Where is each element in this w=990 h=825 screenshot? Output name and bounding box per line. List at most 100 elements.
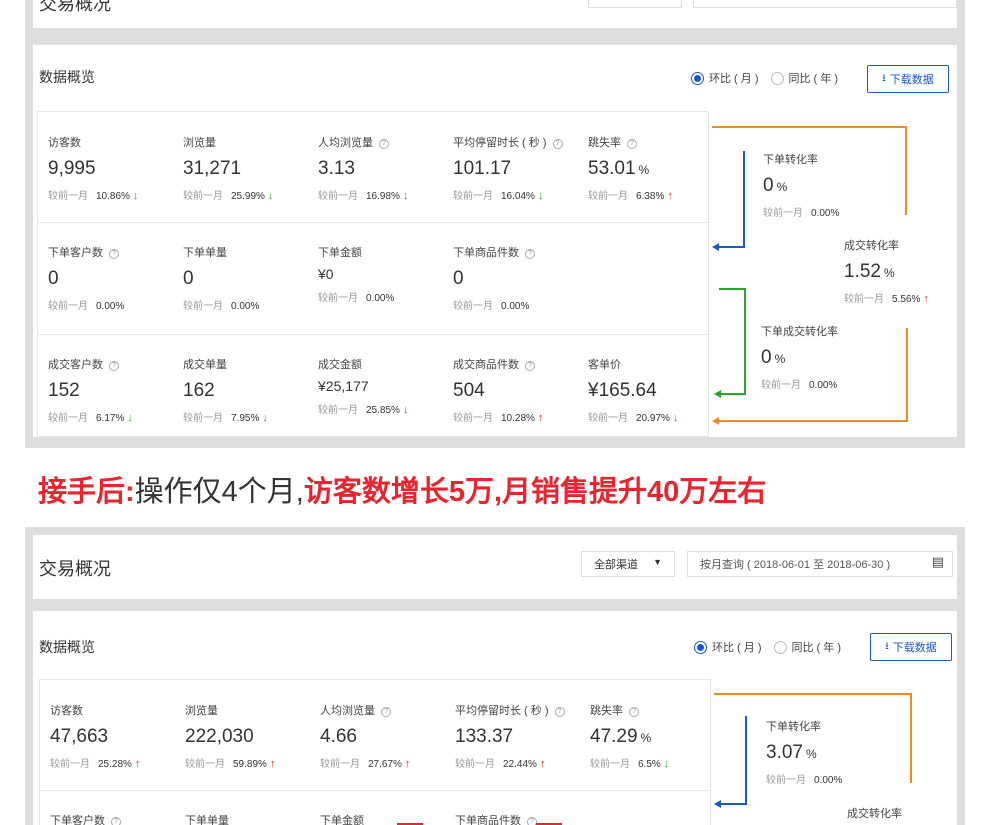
yoy-radio[interactable] xyxy=(773,640,787,654)
compare-prefix: 较前一月 xyxy=(590,759,630,770)
compare-percent: 6.5% xyxy=(638,759,661,770)
compare-prefix: 较前一月 xyxy=(761,380,801,391)
top-panel: 交易概况 数据概览 环比 ( 月 ) 同比 ( 年 ) ⭳ 下载数据 访客数 9,… xyxy=(25,0,965,448)
help-icon[interactable]: ? xyxy=(525,361,535,371)
metric-label: 平均停留时长 ( 秒 ) xyxy=(455,705,549,717)
help-icon[interactable]: ? xyxy=(525,249,535,259)
metric-value: 133.37 xyxy=(455,726,514,747)
arrow-up-icon: ↑ xyxy=(269,758,276,770)
metric-value: 162 xyxy=(183,380,215,401)
arrow-down-icon: ↓ xyxy=(132,190,139,202)
metric-card: 客单价 ¥165.64 较前一月 20.97% ↓ xyxy=(588,356,718,424)
arrow-up-icon: ↑ xyxy=(539,758,546,770)
metric-label: 成交单量 xyxy=(183,359,227,371)
compare-prefix: 较前一月 xyxy=(183,191,223,202)
compare-percent: 10.28% xyxy=(501,413,535,424)
data-overview-card: 数据概览 环比 ( 月 ) 同比 ( 年 ) ⭳ 下载数据 访客数 47,663 较… xyxy=(33,611,957,825)
help-icon[interactable]: ? xyxy=(627,139,637,149)
compare-percent: 20.97% xyxy=(636,413,670,424)
metric-value: 47,663 xyxy=(50,726,109,747)
metric-label: 人均浏览量 xyxy=(320,705,375,717)
compare-prefix: 较前一月 xyxy=(183,301,223,312)
arrow-down-icon: ↓ xyxy=(262,412,268,424)
metric-card: 下单客户数? 0 较前一月 0.00% xyxy=(48,244,178,312)
metric-card: 下单金额 xyxy=(320,812,450,825)
metric-label: 成交客户数 xyxy=(48,359,103,371)
metric-unit: % xyxy=(640,731,652,745)
chevron-down-icon: ▼ xyxy=(653,557,662,567)
compare-prefix: 较前一月 xyxy=(50,759,90,770)
channel-select[interactable] xyxy=(588,0,682,8)
download-button[interactable]: ⭳ 下载数据 xyxy=(870,633,952,661)
funnel-metric: 下单转化率 0% 较前一月 0.00% xyxy=(763,151,893,219)
metric-value: 3.13 xyxy=(318,158,355,179)
mom-label: 环比 ( 月 ) xyxy=(709,73,759,85)
yoy-radio[interactable] xyxy=(770,71,784,85)
metric-value: 3.07 xyxy=(766,742,803,763)
compare-percent: 0.00% xyxy=(231,301,260,312)
overview-title: 数据概览 xyxy=(39,639,95,655)
mom-radio[interactable] xyxy=(694,640,707,654)
compare-toggle: 环比 ( 月 ) 同比 ( 年 ) xyxy=(691,70,838,86)
metric-label: 下单转化率 xyxy=(763,154,818,166)
metric-label: 访客数 xyxy=(48,137,81,149)
metrics-grid: 访客数 9,995 较前一月 10.86% ↓ 浏览量 31,271 较前一月 25.99% ↓ 人… xyxy=(37,111,709,437)
arrow-up-icon: ↑ xyxy=(134,758,141,770)
metric-card: 成交单量 162 较前一月 7.95% ↓ xyxy=(183,356,313,424)
compare-percent: 7.95% xyxy=(231,413,260,424)
yoy-label: 同比 ( 年 ) xyxy=(788,73,839,85)
help-icon[interactable]: ? xyxy=(552,139,563,149)
metric-card: 下单单量 xyxy=(185,812,315,825)
metric-label: 下单金额 xyxy=(318,247,362,259)
help-icon[interactable]: ? xyxy=(109,249,119,259)
help-icon[interactable]: ? xyxy=(111,817,121,825)
metric-card: 下单单量 0 较前一月 0.00% xyxy=(183,244,313,312)
help-icon[interactable]: ? xyxy=(109,361,119,371)
compare-prefix: 较前一月 xyxy=(588,413,628,424)
metric-value: 9,995 xyxy=(48,158,96,179)
download-button[interactable]: ⭳ 下载数据 xyxy=(867,65,949,93)
mom-radio[interactable] xyxy=(691,71,704,85)
date-range-select[interactable]: 按月查询 ( 2018-06-01 至 2018-06-30 ) ▤ xyxy=(687,551,953,577)
date-range-value: 按月查询 ( 2018-06-01 至 2018-06-30 ) xyxy=(700,559,891,571)
metric-label: 浏览量 xyxy=(185,705,218,717)
metric-label: 下单商品件数 xyxy=(455,815,521,825)
channel-select[interactable]: 全部渠道 ▼ xyxy=(581,551,675,577)
metric-value: 152 xyxy=(48,380,80,401)
compare-prefix: 较前一月 xyxy=(48,301,88,312)
metric-label: 下单转化率 xyxy=(766,721,821,733)
metric-value: 101.17 xyxy=(453,158,512,179)
metric-value: ¥165.64 xyxy=(588,380,657,401)
compare-percent: 0.00% xyxy=(809,380,838,391)
compare-percent: 59.89% xyxy=(233,759,267,770)
metric-card: 浏览量 222,030 较前一月 59.89% ↑ xyxy=(185,702,315,770)
help-icon[interactable]: ? xyxy=(629,707,639,717)
metric-label: 下单单量 xyxy=(183,247,227,259)
page-title: 交易概况 xyxy=(39,559,111,579)
funnel-metric: 成交转化率 xyxy=(847,805,965,821)
compare-percent: 16.98% xyxy=(366,191,400,202)
banner-middle: 操作仅4个月, xyxy=(134,476,304,508)
metric-card: 平均停留时长 ( 秒 )? 133.37 较前一月 22.44% ↑ xyxy=(455,702,585,770)
help-icon[interactable]: ? xyxy=(379,139,389,149)
compare-percent: 25.28% xyxy=(98,759,132,770)
metric-card: 成交客户数? 152 较前一月 6.17% ↓ xyxy=(48,356,178,424)
arrow-up-icon: ↑ xyxy=(404,758,411,770)
compare-prefix: 较前一月 xyxy=(183,413,223,424)
metric-label: 下单商品件数 xyxy=(453,247,519,259)
date-range-select[interactable] xyxy=(693,0,957,8)
compare-percent: 27.67% xyxy=(368,759,402,770)
metric-value: 0 xyxy=(453,268,464,289)
help-icon[interactable]: ? xyxy=(381,707,391,717)
help-icon[interactable]: ? xyxy=(554,707,565,717)
metric-label: 成交金额 xyxy=(318,359,362,371)
metric-card: 浏览量 31,271 较前一月 25.99% ↓ xyxy=(183,134,313,202)
metric-value: 47.29 xyxy=(590,726,638,747)
metric-value: 222,030 xyxy=(185,726,254,747)
metric-value: ¥0 xyxy=(318,266,334,282)
metric-card: 下单商品件数? xyxy=(455,812,585,825)
compare-prefix: 较前一月 xyxy=(48,191,88,202)
metric-unit: % xyxy=(883,266,895,280)
metric-card: 下单商品件数? 0 较前一月 0.00% xyxy=(453,244,583,312)
metric-card: 成交金额 ¥25,177 较前一月 25.85% ↓ xyxy=(318,356,448,416)
